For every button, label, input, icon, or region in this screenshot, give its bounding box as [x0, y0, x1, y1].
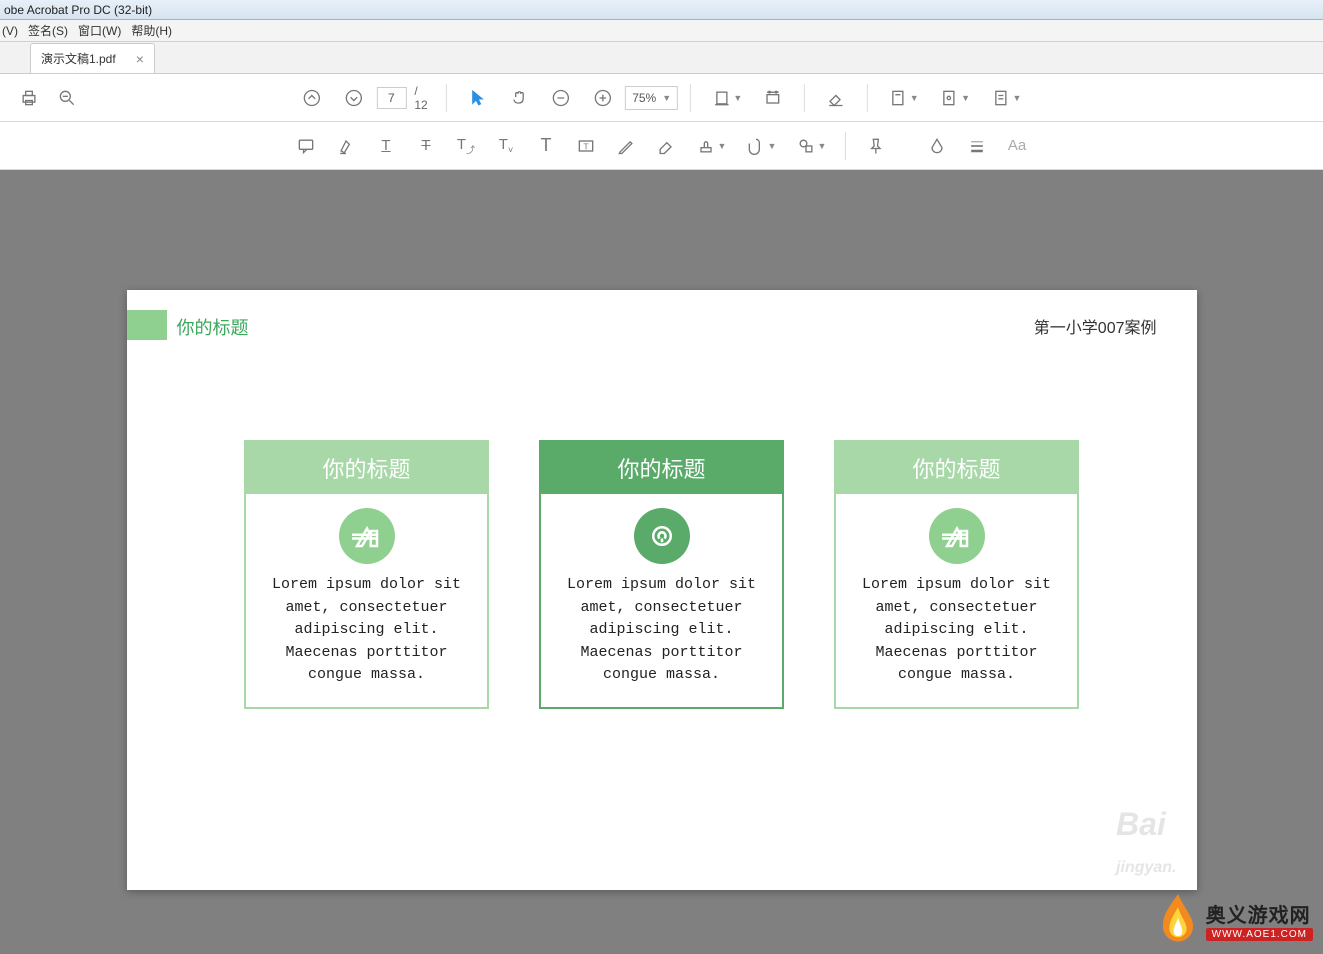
attach-tool[interactable]: ▼: [737, 136, 785, 156]
flame-icon: [1156, 892, 1200, 948]
zoom-value: 75%: [632, 91, 656, 105]
separator: [446, 84, 447, 112]
eraser-tool[interactable]: [817, 79, 855, 117]
chevron-down-icon: ▼: [768, 141, 777, 151]
card-3-title: 你的标题: [836, 442, 1077, 494]
chevron-down-icon: ▼: [718, 141, 727, 151]
card-1-title: 你的标题: [246, 442, 487, 494]
underline-tool[interactable]: T: [367, 127, 405, 165]
page-display-button[interactable]: [755, 79, 793, 117]
card-2: 你的标题 Lorem ipsum dolor sit amet, consect…: [539, 440, 784, 709]
svg-text:T: T: [583, 141, 588, 151]
zoom-in-button[interactable]: [584, 79, 622, 117]
zoom-select[interactable]: 75% ▼: [625, 86, 678, 110]
slide-title: 你的标题: [177, 314, 249, 340]
page-number-input[interactable]: [376, 87, 406, 109]
color-tool[interactable]: [918, 127, 956, 165]
watermark: Bai jingyan.: [1116, 806, 1176, 880]
separator: [804, 84, 805, 112]
insert-text-tool[interactable]: T˅: [487, 127, 525, 165]
select-tool[interactable]: [459, 79, 497, 117]
menubar: (V) 签名(S) 窗口(W) 帮助(H): [0, 20, 1323, 42]
textbox-tool[interactable]: T: [567, 127, 605, 165]
print-button[interactable]: [10, 79, 48, 117]
page-tool-3[interactable]: ▼: [982, 88, 1029, 108]
card-3: 你的标题 Lorem ipsum dolor sit amet, consect…: [834, 440, 1079, 709]
document-viewport[interactable]: 你的标题 第一小学007案例 你的标题 Lorem ipsum dolor si…: [0, 170, 1323, 954]
pdf-page: 你的标题 第一小学007案例 你的标题 Lorem ipsum dolor si…: [127, 290, 1197, 890]
close-tab-icon[interactable]: ×: [136, 51, 144, 67]
zoom-out-button[interactable]: [542, 79, 580, 117]
card-2-title: 你的标题: [541, 442, 782, 494]
page-up-button[interactable]: [293, 79, 331, 117]
eraser-tool-2[interactable]: [647, 127, 685, 165]
stamp-tool[interactable]: ▼: [687, 136, 735, 156]
tab-label: 演示文稿1.pdf: [41, 50, 116, 67]
separator: [867, 84, 868, 112]
chevron-down-icon: ▼: [818, 141, 827, 151]
card-2-icon: [541, 494, 782, 574]
comment-icon[interactable]: [287, 127, 325, 165]
site-url: WWW.AOE1.COM: [1206, 928, 1313, 941]
site-name: 奥义游戏网: [1206, 899, 1313, 928]
slide-case-label: 第一小学007案例: [1034, 314, 1157, 338]
tabbar: 演示文稿1.pdf ×: [0, 42, 1323, 74]
main-toolbar: / 12 75% ▼ ▼ ▼ ▼ ▼: [0, 74, 1323, 122]
pencil-tool[interactable]: [607, 127, 645, 165]
find-button[interactable]: [48, 79, 86, 117]
comment-toolbar: T T T⤴ T˅ T T ▼ ▼ ▼ Aa: [0, 122, 1323, 170]
chevron-down-icon: ▼: [910, 93, 919, 103]
menu-help[interactable]: 帮助(H): [131, 22, 172, 39]
font-tool[interactable]: Aa: [998, 127, 1036, 165]
page-tool-2[interactable]: ▼: [931, 88, 978, 108]
card-1-body: Lorem ipsum dolor sit amet, consectetuer…: [246, 574, 487, 707]
text-tool[interactable]: T: [527, 127, 565, 165]
window-titlebar: obe Acrobat Pro DC (32-bit): [0, 0, 1323, 20]
document-tab[interactable]: 演示文稿1.pdf ×: [30, 43, 155, 73]
line-weight-tool[interactable]: [958, 127, 996, 165]
highlight-tool[interactable]: [327, 127, 365, 165]
separator: [690, 84, 691, 112]
page-down-button[interactable]: [335, 79, 373, 117]
page-tool-1[interactable]: ▼: [880, 88, 927, 108]
fit-width-button[interactable]: ▼: [703, 88, 750, 108]
card-3-icon: [836, 494, 1077, 574]
strikethrough-tool[interactable]: T: [407, 127, 445, 165]
shapes-tool[interactable]: ▼: [787, 136, 835, 156]
cards-row: 你的标题 Lorem ipsum dolor sit amet, consect…: [127, 440, 1197, 709]
menu-sign[interactable]: 签名(S): [28, 22, 68, 39]
site-logo-overlay: 奥义游戏网 WWW.AOE1.COM: [1156, 892, 1313, 948]
card-1: 你的标题 Lorem ipsum dolor sit amet, consect…: [244, 440, 489, 709]
title-accent-block: [127, 310, 167, 340]
menu-window[interactable]: 窗口(W): [78, 22, 121, 39]
chevron-down-icon: ▼: [961, 93, 970, 103]
separator: [845, 132, 846, 160]
hand-tool[interactable]: [501, 79, 539, 117]
card-2-body: Lorem ipsum dolor sit amet, consectetuer…: [541, 574, 782, 707]
chevron-down-icon: ▼: [662, 93, 671, 103]
replace-text-tool[interactable]: T⤴: [447, 127, 485, 165]
chevron-down-icon: ▼: [733, 93, 742, 103]
card-3-body: Lorem ipsum dolor sit amet, consectetuer…: [836, 574, 1077, 707]
chevron-down-icon: ▼: [1013, 93, 1022, 103]
page-total: / 12: [414, 84, 434, 112]
menu-view[interactable]: (V): [2, 24, 18, 38]
pin-tool[interactable]: [856, 127, 894, 165]
app-title: obe Acrobat Pro DC (32-bit): [4, 3, 152, 17]
card-1-icon: [246, 494, 487, 574]
